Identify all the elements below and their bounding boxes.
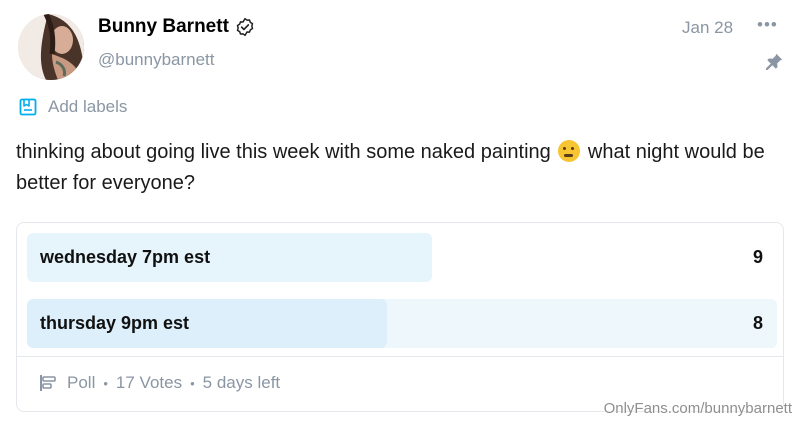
separator-dot: •	[103, 375, 108, 391]
poll-option-wednesday[interactable]: wednesday 7pm est 9	[27, 233, 777, 282]
watermark: OnlyFans.com/bunnybarnett	[603, 400, 792, 417]
post-date: Jan 28	[682, 18, 734, 37]
label-bookmark-icon	[19, 98, 37, 116]
poll-option-label: wednesday 7pm est	[40, 247, 211, 267]
poll-icon	[40, 375, 56, 391]
poll-option-label: thursday 9pm est	[40, 313, 190, 333]
poll-type-label: Poll	[67, 373, 96, 392]
author-name[interactable]: Bunny Barnett	[98, 16, 229, 38]
poll: wednesday 7pm est 9 thursday 9pm est 8 P…	[16, 222, 784, 412]
pin-icon[interactable]	[763, 51, 785, 73]
poll-option-votes: 8	[752, 313, 763, 333]
author-name-row[interactable]: Bunny Barnett	[98, 16, 255, 38]
post-text-part-1: thinking about going live this week with…	[16, 141, 551, 163]
add-labels-button[interactable]: Add labels	[18, 97, 127, 117]
avatar-photo	[18, 14, 84, 80]
post-text: thinking about going live this week with…	[16, 137, 776, 199]
avatar[interactable]	[18, 14, 84, 80]
poll-votes-total: 17 Votes	[115, 373, 183, 392]
thinking-face-emoji	[558, 140, 581, 162]
add-labels-label: Add labels	[48, 97, 128, 116]
poll-option-thursday[interactable]: thursday 9pm est 8	[27, 299, 777, 348]
verified-badge-icon	[236, 17, 254, 37]
poll-divider	[17, 356, 783, 357]
poll-time-left: 5 days left	[202, 373, 281, 392]
author-handle[interactable]: @bunnybarnett	[98, 50, 215, 70]
more-dots-icon[interactable]: •••	[757, 15, 778, 35]
separator-dot: •	[190, 375, 195, 391]
poll-footer: Poll • 17 Votes • 5 days left	[39, 373, 280, 393]
poll-option-votes: 9	[752, 247, 763, 267]
